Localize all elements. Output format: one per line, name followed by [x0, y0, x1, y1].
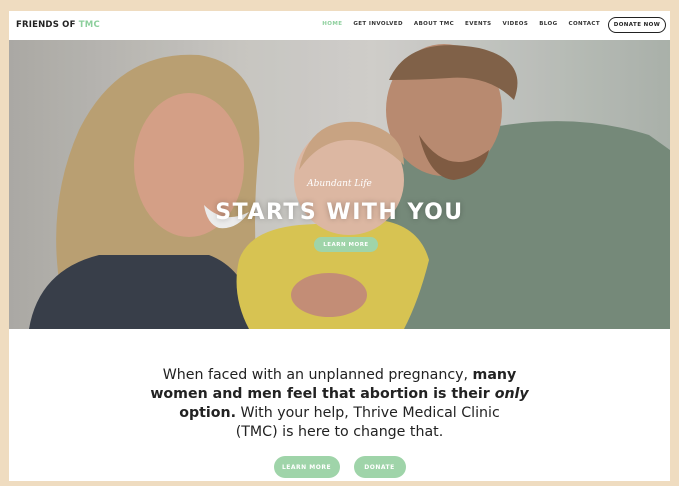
hero-headline: STARTS WITH YOU	[215, 200, 464, 225]
nav-about-tmc[interactable]: ABOUT TMC	[414, 21, 454, 27]
mission-text: With your help, Thrive Medical Clinic	[236, 405, 500, 421]
site-logo[interactable]: FRIENDS OF TMC	[16, 20, 100, 30]
mission-line-4: (TMC) is here to change that.	[235, 424, 444, 440]
learn-more-button[interactable]: LEARN MORE	[273, 456, 340, 478]
nav-blog[interactable]: BLOG	[539, 21, 557, 27]
mission-line-1: When faced with an unplanned pregnancy, …	[9, 366, 670, 385]
mission-line-2: women and men feel that abortion is thei…	[9, 385, 670, 404]
main-menu: HOME GET INVOLVED ABOUT TMC EVENTS VIDEO…	[322, 21, 600, 27]
mission-bold: many	[472, 367, 517, 383]
mission-bold: option.	[179, 405, 236, 421]
nav-events[interactable]: EVENTS	[465, 21, 492, 27]
nav-home[interactable]: HOME	[322, 21, 342, 27]
logo-accent-text: TMC	[78, 20, 100, 30]
mission-buttons: LEARN MORE DONATE	[9, 456, 670, 478]
mission-text: When faced with an unplanned pregnancy,	[162, 367, 473, 383]
donate-button[interactable]: DONATE	[353, 456, 406, 478]
nav-contact[interactable]: CONTACT	[569, 21, 600, 27]
hero-learn-more-button[interactable]: LEARN MORE	[314, 237, 378, 252]
mission-line-3: option. With your help, Thrive Medical C…	[9, 404, 670, 423]
page-frame: FRIENDS OF TMC HOME GET INVOLVED ABOUT T…	[9, 11, 670, 481]
top-nav: FRIENDS OF TMC HOME GET INVOLVED ABOUT T…	[9, 11, 670, 41]
mission-bold: women and men feel that abortion is thei…	[150, 386, 495, 402]
mission-bold-italic: only	[494, 386, 529, 402]
nav-videos[interactable]: VIDEOS	[503, 21, 529, 27]
nav-get-involved[interactable]: GET INVOLVED	[353, 21, 403, 27]
hero-script-text: Abundant Life	[307, 179, 372, 189]
mission-statement: When faced with an unplanned pregnancy, …	[9, 366, 670, 442]
hero-banner: Abundant Life STARTS WITH YOU LEARN MORE	[9, 40, 670, 329]
logo-text: FRIENDS OF	[16, 20, 76, 30]
donate-now-button[interactable]: DONATE NOW	[608, 17, 666, 33]
